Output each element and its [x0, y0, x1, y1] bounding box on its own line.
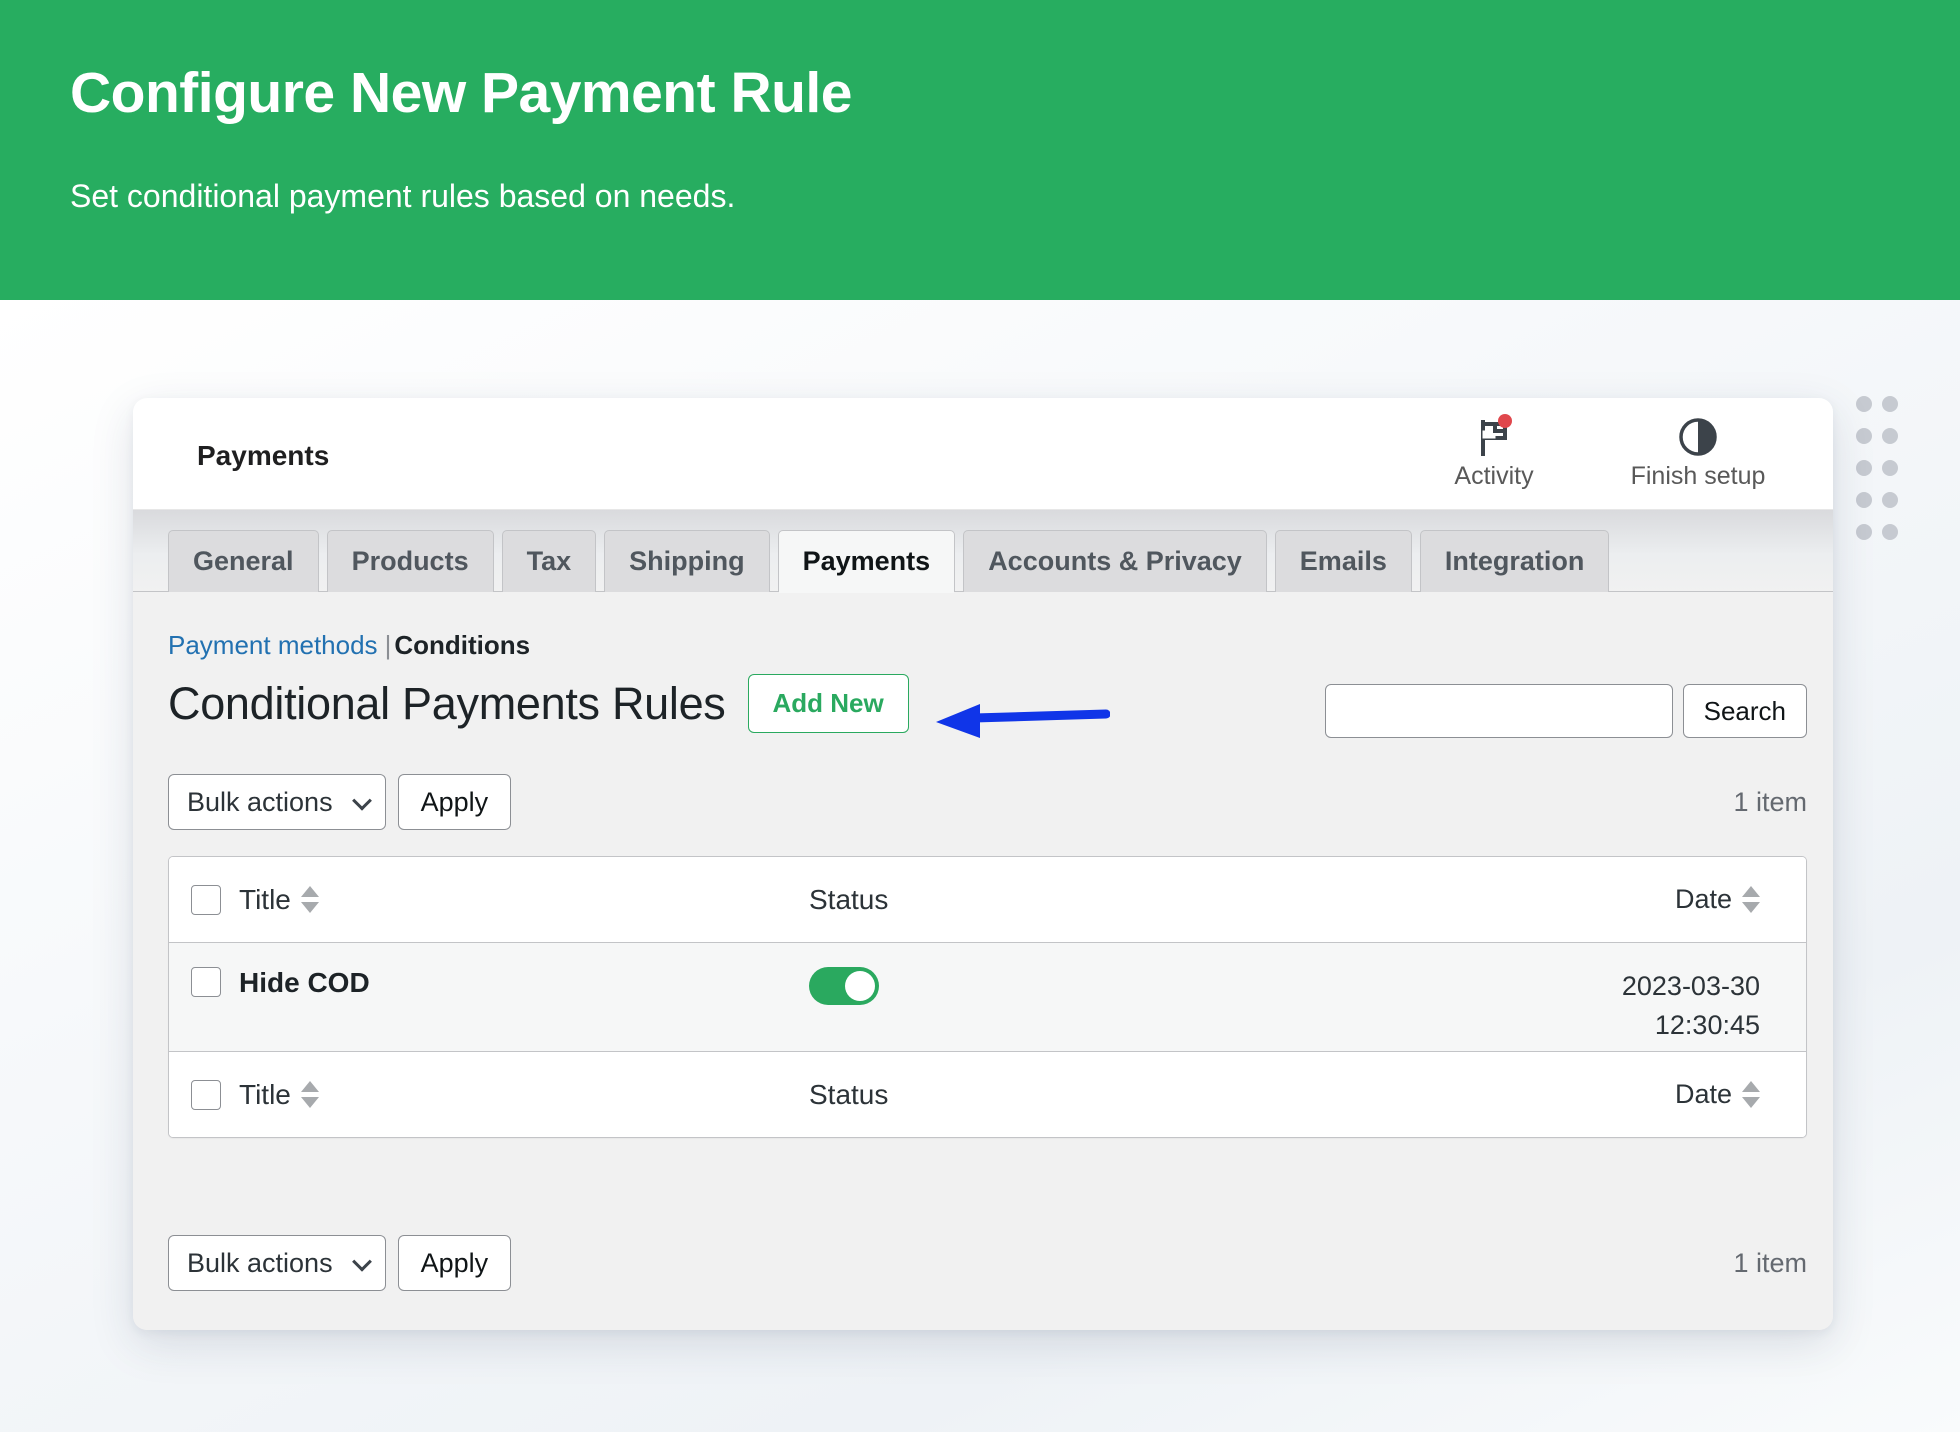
tab-label: Integration [1445, 546, 1585, 577]
decor-dot [1882, 428, 1898, 444]
column-header-title-top[interactable]: Title [239, 884, 809, 916]
page-title: Conditional Payments Rules [168, 678, 726, 730]
column-title-label: Title [239, 884, 291, 916]
row-date: 2023-03-30 [1369, 967, 1760, 1006]
tab-products[interactable]: Products [327, 530, 494, 592]
decor-dot [1882, 492, 1898, 508]
sort-arrows-title-bottom[interactable] [301, 1081, 319, 1108]
table-header-row: Title Status Date [169, 857, 1806, 943]
column-date-label: Date [1675, 1075, 1732, 1114]
decor-dot [1856, 460, 1872, 476]
column-header-title-bottom[interactable]: Title [239, 1079, 809, 1111]
tab-tax[interactable]: Tax [502, 530, 597, 592]
tab-general[interactable]: General [168, 530, 319, 592]
bulk-actions-select-top[interactable]: Bulk actions [168, 774, 386, 830]
chevron-down-icon [352, 791, 372, 811]
column-status-label: Status [809, 884, 888, 915]
breadcrumb-link-payment-methods[interactable]: Payment methods [168, 630, 378, 660]
status-toggle[interactable] [809, 967, 879, 1005]
tab-label: Tax [527, 546, 572, 577]
tab-shipping[interactable]: Shipping [604, 530, 769, 592]
tab-label: Shipping [629, 546, 744, 577]
card-top-bar: Payments Activity [133, 398, 1833, 510]
sort-arrows-date-top[interactable] [1742, 886, 1760, 913]
tab-payments[interactable]: Payments [778, 530, 956, 592]
chevron-down-icon [352, 1252, 372, 1272]
hero-title: Configure New Payment Rule [70, 60, 852, 126]
bulk-actions-row-top: Bulk actions Apply 1 item [168, 774, 1807, 830]
row-checkbox[interactable] [191, 967, 221, 997]
select-all-cell-bottom [169, 1080, 239, 1110]
settings-tab-bar: General Products Tax Shipping Payments A… [133, 510, 1833, 592]
select-all-checkbox-top[interactable] [191, 885, 221, 915]
bulk-actions-select-bottom[interactable]: Bulk actions [168, 1235, 386, 1291]
column-date-label: Date [1675, 880, 1732, 919]
bulk-actions-select-label: Bulk actions [187, 787, 333, 818]
decor-dot [1856, 396, 1872, 412]
bulk-actions-select-label: Bulk actions [187, 1248, 333, 1279]
card-top-actions: Activity Finish setup [1419, 414, 1773, 491]
row-date-cell: 2023-03-30 12:30:45 [1369, 967, 1806, 1045]
sort-arrows-title-top[interactable] [301, 886, 319, 913]
search-input[interactable] [1325, 684, 1673, 738]
select-all-cell-top [169, 885, 239, 915]
tab-label: Payments [803, 546, 931, 577]
column-status-label: Status [809, 1079, 888, 1110]
finish-setup-label: Finish setup [1623, 462, 1773, 491]
card-title: Payments [197, 440, 329, 472]
breadcrumb-current-conditions: Conditions [394, 630, 530, 660]
decor-dot [1882, 460, 1898, 476]
tab-label: General [193, 546, 294, 577]
tab-label: Emails [1300, 546, 1387, 577]
select-all-checkbox-bottom[interactable] [191, 1080, 221, 1110]
bulk-actions-row-bottom: Bulk actions Apply 1 item [168, 1235, 1807, 1291]
decor-dot [1882, 524, 1898, 540]
tab-integration[interactable]: Integration [1420, 530, 1610, 592]
activity-label: Activity [1419, 462, 1569, 491]
table-row: Hide COD 2023-03-30 12:30:45 [169, 943, 1806, 1051]
decorative-dot-grid [1856, 396, 1908, 556]
hero-subtitle: Set conditional payment rules based on n… [70, 178, 735, 215]
row-title[interactable]: Hide COD [239, 967, 809, 999]
page-title-row: Conditional Payments Rules Add New [168, 674, 909, 733]
tab-accounts-privacy[interactable]: Accounts & Privacy [963, 530, 1267, 592]
add-new-button[interactable]: Add New [748, 674, 909, 733]
row-status-cell [809, 967, 1369, 1012]
hero-banner: Configure New Payment Rule Set condition… [0, 0, 1960, 300]
toggle-knob [845, 971, 875, 1001]
search-area: Search [1325, 684, 1807, 738]
flag-icon [1419, 414, 1569, 460]
activity-badge-dot [1498, 414, 1512, 428]
item-count-top: 1 item [1733, 787, 1807, 818]
column-header-date-top[interactable]: Date [1369, 880, 1806, 919]
tab-emails[interactable]: Emails [1275, 530, 1412, 592]
decor-dot [1882, 396, 1898, 412]
item-count-bottom: 1 item [1733, 1248, 1807, 1279]
table-footer-row: Title Status Date [169, 1051, 1806, 1137]
rules-table: Title Status Date Hide COD [168, 856, 1807, 1138]
column-header-status-bottom: Status [809, 1079, 1369, 1111]
column-header-status-top: Status [809, 884, 1369, 916]
decor-dot [1856, 428, 1872, 444]
breadcrumb: Payment methods|Conditions [168, 630, 530, 661]
settings-card: Payments Activity [133, 398, 1833, 1330]
row-select-cell [169, 967, 239, 997]
apply-button-top[interactable]: Apply [398, 774, 512, 830]
column-title-label: Title [239, 1079, 291, 1111]
tab-label: Products [352, 546, 469, 577]
half-circle-icon [1623, 414, 1773, 460]
activity-button[interactable]: Activity [1419, 414, 1569, 491]
decor-dot [1856, 492, 1872, 508]
finish-setup-button[interactable]: Finish setup [1623, 414, 1773, 491]
apply-button-bottom[interactable]: Apply [398, 1235, 512, 1291]
breadcrumb-separator: | [385, 630, 392, 660]
settings-body: Payment methods|Conditions Conditional P… [133, 592, 1833, 1330]
column-header-date-bottom[interactable]: Date [1369, 1075, 1806, 1114]
tab-label: Accounts & Privacy [988, 546, 1242, 577]
sort-arrows-date-bottom[interactable] [1742, 1081, 1760, 1108]
search-button[interactable]: Search [1683, 684, 1807, 738]
row-time: 12:30:45 [1369, 1006, 1760, 1045]
decor-dot [1856, 524, 1872, 540]
